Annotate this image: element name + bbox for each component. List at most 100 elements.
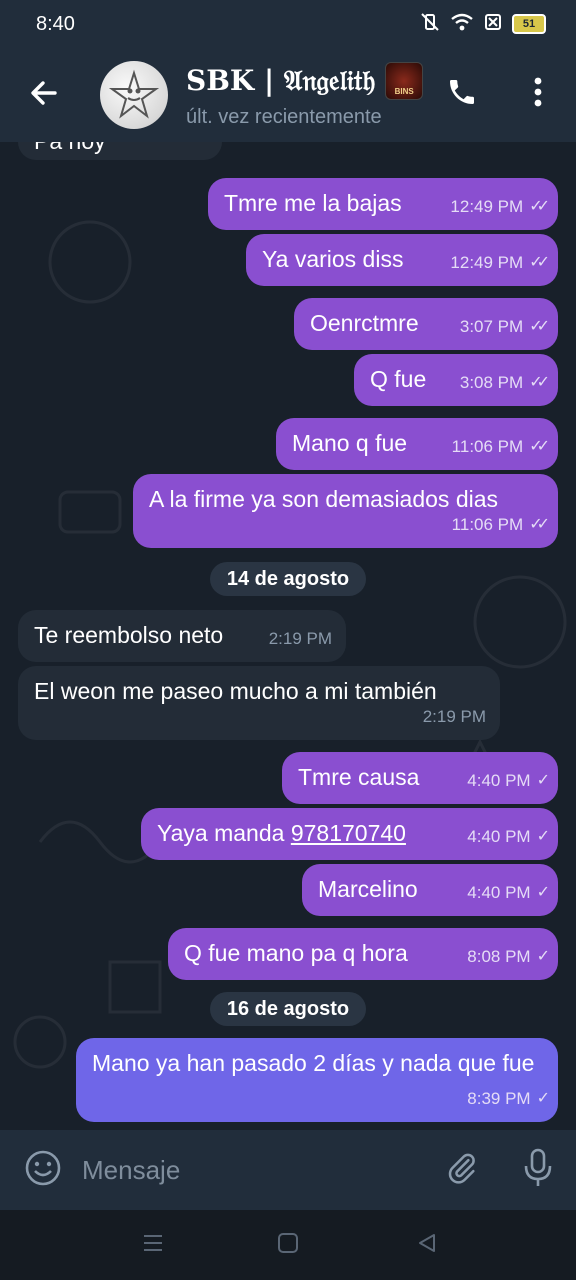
message-meta: 4:40 PM ✓ bbox=[467, 822, 550, 852]
message-text-prefix: Yaya manda bbox=[157, 820, 291, 846]
message-input[interactable] bbox=[80, 1147, 424, 1193]
message-time: 2:19 PM bbox=[422, 707, 486, 726]
message-time: 3:08 PM bbox=[459, 373, 524, 392]
message-bubble-incoming[interactable]: Te reembolso neto 2:19 PM bbox=[18, 610, 346, 662]
avatar[interactable] bbox=[100, 61, 168, 129]
message-text: Tmre me la bajas bbox=[224, 190, 402, 216]
menu-lines-icon bbox=[142, 1232, 164, 1259]
message-text: Mano ya han pasado 2 días y nada que fue bbox=[92, 1050, 535, 1076]
message-input-bar bbox=[0, 1130, 576, 1210]
message-bubble-incoming[interactable]: Pa hoy 11:09 AM bbox=[18, 142, 222, 160]
message-text: Pa hoy bbox=[34, 142, 106, 154]
date-separator: 14 de agosto bbox=[210, 562, 366, 596]
message-bubble-outgoing[interactable]: Yaya manda 978170740 4:40 PM ✓ bbox=[141, 808, 558, 860]
message-bubble-outgoing[interactable]: Tmre me la bajas 12:49 PM ✓✓ bbox=[208, 178, 558, 230]
title-badge-icon: BINS bbox=[385, 61, 424, 100]
double-check-icon: ✓✓ bbox=[529, 198, 550, 215]
message-bubble-outgoing[interactable]: Tmre causa 4:40 PM ✓ bbox=[282, 752, 558, 804]
message-meta: 11:09 AM bbox=[137, 142, 208, 152]
message-text: Te reembolso neto bbox=[34, 622, 224, 648]
chat-area[interactable]: Pa hoy 11:09 AM Tmre me la bajas 12:49 P… bbox=[0, 142, 576, 1130]
message-time: 2:19 PM bbox=[268, 629, 332, 648]
smiley-icon bbox=[24, 1149, 62, 1192]
message-bubble-outgoing[interactable]: Ya varios diss 12:49 PM ✓✓ bbox=[246, 234, 558, 286]
message-meta: 11:06 PM ✓✓ bbox=[451, 510, 550, 540]
message-meta: 4:40 PM ✓ bbox=[467, 766, 551, 796]
phone-number-link[interactable]: 978170740 bbox=[291, 820, 406, 846]
message-bubble-outgoing[interactable]: A la firme ya son demasiados dias 11:06 … bbox=[133, 474, 558, 548]
square-icon bbox=[277, 1232, 299, 1259]
message-text: Tmre causa bbox=[298, 764, 420, 790]
arrow-left-icon bbox=[29, 78, 59, 113]
message-meta: 3:07 PM ✓✓ bbox=[459, 312, 550, 342]
message-time: 4:40 PM bbox=[467, 883, 531, 902]
system-nav-bar bbox=[0, 1210, 576, 1280]
message-meta: 4:40 PM ✓ bbox=[467, 878, 551, 908]
back-button[interactable] bbox=[16, 67, 72, 123]
message-time: 8:08 PM bbox=[467, 947, 531, 966]
message-bubble-outgoing[interactable]: Mano ya han pasado 2 días y nada que fue… bbox=[76, 1038, 558, 1122]
message-time: 4:40 PM bbox=[467, 827, 531, 846]
message-bubble-outgoing[interactable]: Mano q fue 11:06 PM ✓✓ bbox=[276, 418, 558, 470]
message-text: Ya varios diss bbox=[262, 246, 404, 272]
single-check-icon: ✓ bbox=[536, 884, 551, 901]
sim-off-icon bbox=[484, 13, 502, 36]
wifi-icon bbox=[450, 12, 474, 37]
paperclip-icon bbox=[445, 1151, 479, 1190]
message-bubble-outgoing[interactable]: Marcelino 4:40 PM ✓ bbox=[302, 864, 558, 916]
recent-apps-button[interactable] bbox=[138, 1230, 168, 1260]
double-check-icon: ✓✓ bbox=[529, 254, 550, 271]
double-check-icon: ✓✓ bbox=[529, 374, 550, 391]
message-text: Q fue bbox=[370, 366, 427, 392]
double-check-icon: ✓✓ bbox=[529, 318, 550, 335]
message-meta: 8:08 PM ✓ bbox=[467, 942, 550, 972]
message-meta: 3:08 PM ✓✓ bbox=[459, 368, 550, 398]
dots-vertical-icon bbox=[534, 77, 542, 112]
last-seen-status: últ. vez recientemente bbox=[186, 105, 382, 128]
status-time: 8:40 bbox=[36, 12, 75, 35]
single-check-icon: ✓ bbox=[536, 772, 551, 789]
triangle-back-icon bbox=[416, 1232, 438, 1259]
emoji-button[interactable] bbox=[22, 1149, 64, 1191]
message-meta: 2:19 PM bbox=[269, 624, 332, 654]
message-text: Q fue mano pa q hora bbox=[184, 940, 408, 966]
chat-title: SBK | 𝔄𝔫𝔤𝔢𝔩𝔦𝔱𝔥 BINS bbox=[186, 61, 430, 100]
message-time: 12:49 PM bbox=[450, 197, 524, 216]
home-button[interactable] bbox=[273, 1230, 303, 1260]
message-meta: 11:06 PM ✓✓ bbox=[452, 432, 550, 462]
message-time: 11:06 PM bbox=[451, 515, 524, 534]
microphone-button[interactable] bbox=[516, 1148, 560, 1192]
vibrate-off-icon bbox=[420, 12, 440, 37]
battery-icon: 51 bbox=[512, 14, 546, 34]
chat-title-text: SBK | 𝔄𝔫𝔤𝔢𝔩𝔦𝔱𝔥 bbox=[186, 63, 376, 97]
message-text: Yaya manda 978170740 bbox=[157, 820, 406, 846]
microphone-icon bbox=[523, 1148, 553, 1193]
double-check-icon: ✓✓ bbox=[529, 516, 550, 533]
message-bubble-outgoing[interactable]: Oenrctmre 3:07 PM ✓✓ bbox=[294, 298, 558, 350]
phone-icon bbox=[446, 76, 478, 113]
message-text: Oenrctmre bbox=[310, 310, 419, 336]
message-meta: 8:39 PM ✓ bbox=[467, 1084, 551, 1114]
message-bubble-outgoing[interactable]: Q fue 3:08 PM ✓✓ bbox=[354, 354, 558, 406]
message-bubble-outgoing[interactable]: Q fue mano pa q hora 8:08 PM ✓ bbox=[168, 928, 558, 980]
message-text: Mano q fue bbox=[292, 430, 408, 456]
message-text: Marcelino bbox=[318, 876, 418, 902]
more-options-button[interactable] bbox=[520, 72, 556, 116]
message-bubble-incoming[interactable]: El weon me paseo mucho a mi también 2:19… bbox=[18, 666, 500, 740]
message-meta: 2:19 PM bbox=[423, 702, 486, 732]
message-text: A la firme ya son demasiados dias bbox=[149, 486, 499, 512]
message-meta: 12:49 PM ✓✓ bbox=[450, 192, 550, 222]
back-nav-button[interactable] bbox=[412, 1230, 442, 1260]
avatar-image bbox=[108, 69, 160, 119]
single-check-icon: ✓ bbox=[536, 1090, 551, 1107]
chat-header: SBK | 𝔄𝔫𝔤𝔢𝔩𝔦𝔱𝔥 BINS últ. vez recientemen… bbox=[0, 48, 576, 142]
attach-button[interactable] bbox=[440, 1148, 484, 1192]
message-time: 3:07 PM bbox=[459, 317, 524, 336]
message-time: 12:49 PM bbox=[450, 253, 524, 272]
call-button[interactable] bbox=[440, 72, 484, 116]
message-text: El weon me paseo mucho a mi también bbox=[34, 678, 437, 704]
message-meta: 12:49 PM ✓✓ bbox=[450, 248, 550, 278]
date-separator: 16 de agosto bbox=[210, 992, 366, 1026]
message-time: 11:09 AM bbox=[137, 142, 208, 152]
header-text[interactable]: SBK | 𝔄𝔫𝔤𝔢𝔩𝔦𝔱𝔥 BINS últ. vez recientemen… bbox=[186, 61, 430, 129]
